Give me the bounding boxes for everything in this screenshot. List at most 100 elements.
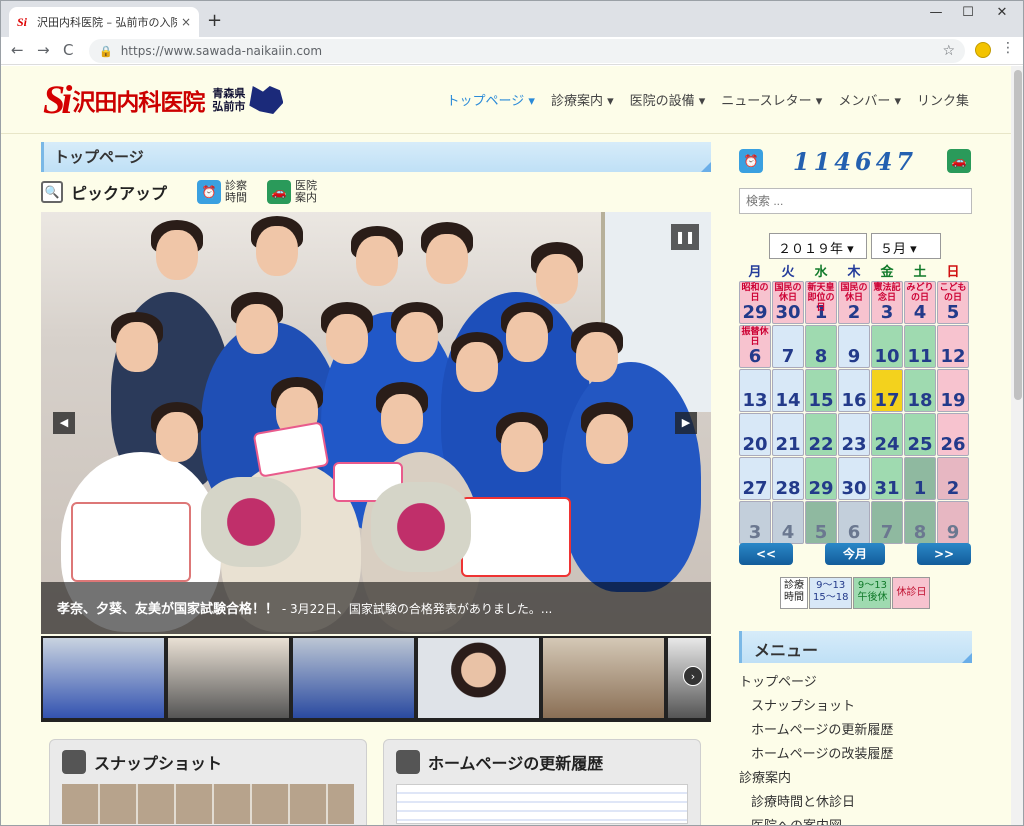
- month-select[interactable]: ５月 ▾: [871, 233, 941, 259]
- address-bar[interactable]: 🔒 https://www.sawada-naikaiin.com ☆: [89, 39, 965, 63]
- calendar-day[interactable]: 国民の休日 2: [838, 281, 870, 324]
- calendar-day[interactable]: 8: [805, 325, 837, 368]
- calendar-day[interactable]: こどもの日 5: [937, 281, 969, 324]
- calendar-day[interactable]: 新天皇即位の日 1: [805, 281, 837, 324]
- nav-item[interactable]: 診療案内 ▾: [551, 90, 614, 109]
- menu-item[interactable]: 診療時間と休診日: [739, 791, 893, 815]
- day-number: 6: [748, 346, 762, 367]
- calendar-day[interactable]: 8: [904, 501, 936, 544]
- calendar-day[interactable]: 23: [838, 413, 870, 456]
- calendar-day[interactable]: みどりの日 4: [904, 281, 936, 324]
- car-icon[interactable]: 🚗: [946, 149, 971, 173]
- year-select[interactable]: ２０１９年 ▾: [769, 233, 867, 259]
- calendar-day[interactable]: 9: [937, 501, 969, 544]
- slide-caption[interactable]: 孝奈、夕葵、友美が国家試験合格！！ - 3月22日、国家試験の合格発表がありまし…: [41, 582, 711, 634]
- menu-item[interactable]: スナップショット: [739, 695, 893, 719]
- calendar-day[interactable]: 1: [904, 457, 936, 500]
- prev-month-button[interactable]: <<: [739, 543, 793, 565]
- menu-item[interactable]: 医院への案内図: [739, 815, 893, 825]
- calendar-day[interactable]: 7: [772, 325, 804, 368]
- calendar-day[interactable]: 7: [871, 501, 903, 544]
- back-button[interactable]: ←: [11, 41, 24, 59]
- calendar-day[interactable]: 16: [838, 369, 870, 412]
- menu-item[interactable]: ホームページの改装履歴: [739, 743, 893, 767]
- calendar-day[interactable]: 22: [805, 413, 837, 456]
- nav-item[interactable]: リンク集: [917, 90, 969, 109]
- new-tab-button[interactable]: +: [207, 10, 222, 31]
- calendar-day[interactable]: 28: [772, 457, 804, 500]
- calendar-day[interactable]: 14: [772, 369, 804, 412]
- extension-icon[interactable]: [975, 42, 991, 58]
- calendar-day[interactable]: 19: [937, 369, 969, 412]
- clock-icon[interactable]: ⏰: [739, 149, 763, 173]
- calendar-day[interactable]: 25: [904, 413, 936, 456]
- calendar-day[interactable]: 2: [937, 457, 969, 500]
- calendar-day[interactable]: 24: [871, 413, 903, 456]
- nav-item[interactable]: 医院の設備 ▾: [630, 90, 706, 109]
- calendar-day[interactable]: 29: [805, 457, 837, 500]
- calendar-day[interactable]: 昭和の日 29: [739, 281, 771, 324]
- slide-thumbnail[interactable]: [43, 638, 164, 718]
- nav-item[interactable]: トップページ ▾: [447, 90, 535, 109]
- calendar-day[interactable]: 9: [838, 325, 870, 368]
- calendar-day[interactable]: 18: [904, 369, 936, 412]
- page-scrollbar[interactable]: [1011, 66, 1023, 825]
- slider-pause-button[interactable]: ❚❚: [671, 224, 699, 250]
- calendar-day[interactable]: 振替休日 6: [739, 325, 771, 368]
- slider-next-button[interactable]: ▶: [675, 412, 697, 434]
- browser-menu-button[interactable]: ⋮: [1001, 40, 1015, 56]
- nav-item[interactable]: メンバー ▾: [838, 90, 901, 109]
- update-history-panel[interactable]: ホームページの更新履歴: [383, 739, 701, 825]
- this-month-button[interactable]: 今月: [825, 543, 885, 565]
- guide-link[interactable]: 医院 案内: [295, 180, 317, 204]
- photo-slider[interactable]: ❚❚ ◀ ▶ 孝奈、夕葵、友美が国家試験合格！！ - 3月22日、国家試験の合格…: [41, 212, 711, 634]
- slider-prev-button[interactable]: ◀: [53, 412, 75, 434]
- car-icon[interactable]: 🚗: [267, 180, 292, 204]
- calendar-day[interactable]: 26: [937, 413, 969, 456]
- calendar-day[interactable]: 憲法記念日 3: [871, 281, 903, 324]
- calendar-day[interactable]: 11: [904, 325, 936, 368]
- thumbnail-next-button[interactable]: ›: [683, 666, 703, 686]
- calendar-day[interactable]: 17: [871, 369, 903, 412]
- slide-thumbnail[interactable]: [293, 638, 414, 718]
- calendar-day[interactable]: 6: [838, 501, 870, 544]
- snapshot-thumbnails[interactable]: [62, 784, 354, 824]
- close-window-button[interactable]: ✕: [987, 5, 1017, 20]
- slide-thumbnail[interactable]: [168, 638, 289, 718]
- calendar-day[interactable]: 3: [739, 501, 771, 544]
- menu-item[interactable]: トップページ: [739, 671, 893, 695]
- day-number: 13: [742, 390, 768, 411]
- calendar-day[interactable]: 国民の休日 30: [772, 281, 804, 324]
- calendar-day[interactable]: 30: [838, 457, 870, 500]
- hours-link[interactable]: 診察 時間: [225, 180, 247, 204]
- slide-thumbnail[interactable]: [543, 638, 664, 718]
- forward-button[interactable]: →: [37, 41, 50, 59]
- browser-tab[interactable]: Si 沢田内科医院 – 弘前市の入院設備 ×: [9, 7, 199, 37]
- calendar-day[interactable]: 31: [871, 457, 903, 500]
- search-input[interactable]: [739, 188, 972, 214]
- maximize-button[interactable]: ☐: [953, 5, 983, 20]
- calendar-day[interactable]: 12: [937, 325, 969, 368]
- calendar-day[interactable]: 15: [805, 369, 837, 412]
- calendar-day[interactable]: 4: [772, 501, 804, 544]
- snapshot-panel[interactable]: スナップショット: [49, 739, 367, 825]
- calendar-day[interactable]: 21: [772, 413, 804, 456]
- scrollbar-thumb[interactable]: [1014, 70, 1022, 400]
- site-logo[interactable]: Si 沢田内科医院 青森県 弘前市: [43, 80, 284, 120]
- menu-item[interactable]: ホームページの更新履歴: [739, 719, 893, 743]
- calendar-day[interactable]: 5: [805, 501, 837, 544]
- calendar-day[interactable]: 13: [739, 369, 771, 412]
- nav-item[interactable]: ニュースレター ▾: [721, 90, 822, 109]
- bookmark-star-icon[interactable]: ☆: [942, 43, 955, 59]
- calendar-day[interactable]: 27: [739, 457, 771, 500]
- minimize-button[interactable]: —: [921, 5, 951, 20]
- slide-thumbnail[interactable]: [418, 638, 539, 718]
- clock-icon[interactable]: ⏰: [197, 180, 222, 204]
- reload-button[interactable]: C: [63, 41, 73, 59]
- menu-item[interactable]: 診療案内: [739, 767, 893, 791]
- calendar-day[interactable]: 20: [739, 413, 771, 456]
- calendar-day[interactable]: 10: [871, 325, 903, 368]
- update-history-preview[interactable]: [396, 784, 688, 824]
- next-month-button[interactable]: >>: [917, 543, 971, 565]
- tab-close-icon[interactable]: ×: [181, 15, 191, 29]
